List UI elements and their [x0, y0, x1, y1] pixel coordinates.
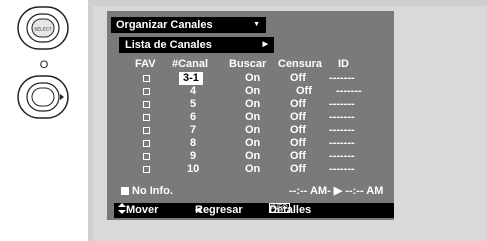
column-header-channel: #Canal — [172, 58, 209, 70]
table-row[interactable]: 3-1 On Off ------- — [0, 72, 487, 85]
buscar-value: On — [245, 98, 261, 110]
table-row[interactable]: 5 On Off ------- — [0, 98, 487, 111]
buscar-value: On — [245, 124, 261, 136]
fav-checkbox[interactable] — [143, 75, 150, 82]
id-value: ------- — [336, 85, 362, 97]
fav-checkbox[interactable] — [143, 88, 150, 95]
time-range: --:-- AM- ▶ --:-- AM — [289, 185, 384, 197]
censura-value: Off — [296, 85, 312, 97]
fav-checkbox[interactable] — [143, 114, 150, 121]
fav-checkbox[interactable] — [143, 127, 150, 134]
id-value: ------- — [329, 163, 355, 175]
table-row[interactable]: 6 On Off ------- — [0, 111, 487, 124]
dropdown-arrow-icon: ▼ — [253, 21, 260, 28]
censura-value: Off — [290, 111, 306, 123]
id-value: ------- — [329, 111, 355, 123]
id-value: ------- — [329, 72, 355, 84]
table-row[interactable]: 4 On Off ------- — [0, 85, 487, 98]
channel-number: 8 — [190, 137, 197, 149]
channel-number: 3-1 — [179, 72, 203, 85]
or-label: O — [39, 59, 49, 71]
censura-value: Off — [290, 163, 306, 175]
select-label: SELECT — [34, 27, 52, 32]
id-value: ------- — [329, 98, 355, 110]
censura-value: Off — [290, 98, 306, 110]
table-row[interactable]: 8 On Off ------- — [0, 137, 487, 150]
id-value: ------- — [329, 150, 355, 162]
channel-number: 7 — [190, 124, 197, 136]
no-info-legend: No Info. — [121, 185, 173, 198]
id-value: ------- — [329, 137, 355, 149]
up-down-arrow-icon — [118, 203, 126, 214]
buscar-value: On — [245, 85, 261, 97]
footer-move: Mover — [118, 203, 158, 218]
submenu-channel-list[interactable]: Lista de Canales ▶ — [119, 37, 274, 53]
censura-value: Off — [290, 150, 306, 162]
fav-checkbox[interactable] — [143, 140, 150, 147]
censura-value: Off — [290, 124, 306, 136]
channel-number: 10 — [187, 163, 200, 175]
channel-number: 9 — [190, 150, 197, 162]
table-row[interactable]: 9 On Off ------- — [0, 150, 487, 163]
submenu-arrow-icon: ▶ — [262, 41, 268, 48]
no-info-box-icon — [121, 187, 129, 195]
censura-value: Off — [290, 137, 306, 149]
table-row[interactable]: 7 On Off ------- — [0, 124, 487, 137]
censura-value: Off — [290, 72, 306, 84]
channel-number: 4 — [190, 85, 197, 97]
table-row[interactable]: 10 On Off ------- — [0, 163, 487, 176]
id-value: ------- — [329, 124, 355, 136]
channel-number: 5 — [190, 98, 197, 110]
column-header-buscar: Buscar — [229, 58, 267, 70]
fav-checkbox[interactable] — [143, 101, 150, 108]
column-header-id: ID — [338, 58, 349, 70]
buscar-value: On — [245, 72, 261, 84]
column-header-fav: FAV — [135, 58, 156, 70]
buscar-value: On — [245, 137, 261, 149]
buscar-value: On — [245, 150, 261, 162]
footer-help-bar: Mover ◀ Regresar INFO Detalles — [114, 203, 394, 218]
menu-title[interactable]: Organizar Canales ▼ — [111, 17, 266, 33]
buscar-value: On — [245, 111, 261, 123]
buscar-value: On — [245, 163, 261, 175]
column-header-censura: Censura — [278, 58, 323, 70]
remote-select-button-icon[interactable]: SELECT — [17, 6, 69, 50]
fav-checkbox[interactable] — [143, 166, 150, 173]
channel-number: 6 — [190, 111, 197, 123]
fav-checkbox[interactable] — [143, 153, 150, 160]
